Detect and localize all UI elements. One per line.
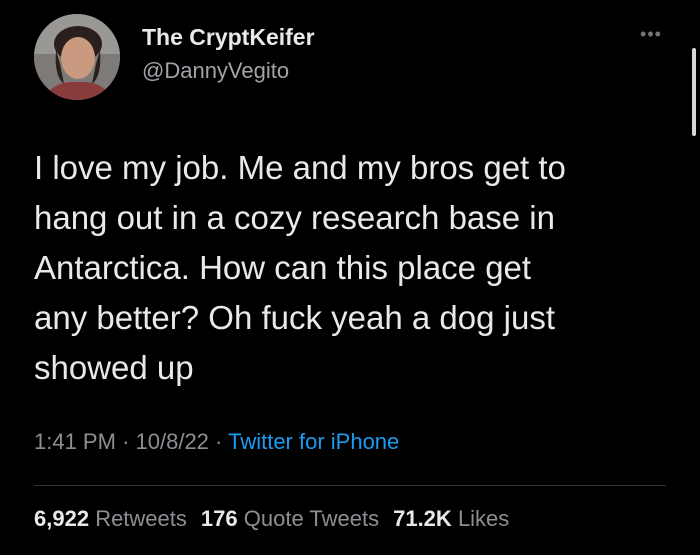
retweets-stat[interactable]: 6,922 Retweets [34, 506, 201, 531]
tweet-source[interactable]: Twitter for iPhone [228, 429, 399, 454]
likes-label: Likes [457, 506, 510, 531]
tweet-meta: 1:41 PM · 10/8/22 · Twitter for iPhone [34, 429, 399, 455]
quote-tweets-count: 176 [200, 506, 238, 531]
retweets-label: Retweets [95, 506, 187, 531]
quote-tweets-label: Quote Tweets [243, 506, 380, 531]
author-handle[interactable]: @DannyVegito [142, 58, 289, 84]
scrollbar[interactable] [692, 48, 696, 136]
tweet-line: hang out in a cozy research base in [34, 199, 555, 236]
tweet-stats: 6,922 Retweets 176 Quote Tweets 71.2K Like… [34, 506, 523, 532]
tweet-date[interactable]: 10/8/22 [136, 429, 209, 454]
quote-tweets-stat[interactable]: 176 Quote Tweets [201, 506, 393, 531]
meta-separator: · [122, 429, 130, 454]
tweet-line: showed up [34, 349, 194, 386]
meta-separator: · [215, 429, 223, 454]
more-horizontal-icon[interactable]: ••• [634, 22, 668, 46]
tweet-text: I love my job. Me and my bros get to han… [34, 143, 664, 393]
tweet-line: Antarctica. How can this place get [34, 249, 532, 286]
likes-stat[interactable]: 71.2K Likes [393, 506, 523, 531]
author-name[interactable]: The CryptKeifer [142, 24, 315, 51]
tweet-line: any better? Oh fuck yeah a dog just [34, 299, 555, 336]
tweet-line: I love my job. Me and my bros get to [34, 149, 566, 186]
avatar-image [34, 14, 120, 100]
avatar[interactable] [34, 14, 120, 100]
divider [34, 485, 666, 486]
likes-count: 71.2K [393, 506, 452, 531]
retweets-count: 6,922 [34, 506, 90, 531]
tweet-time[interactable]: 1:41 PM [34, 429, 116, 454]
